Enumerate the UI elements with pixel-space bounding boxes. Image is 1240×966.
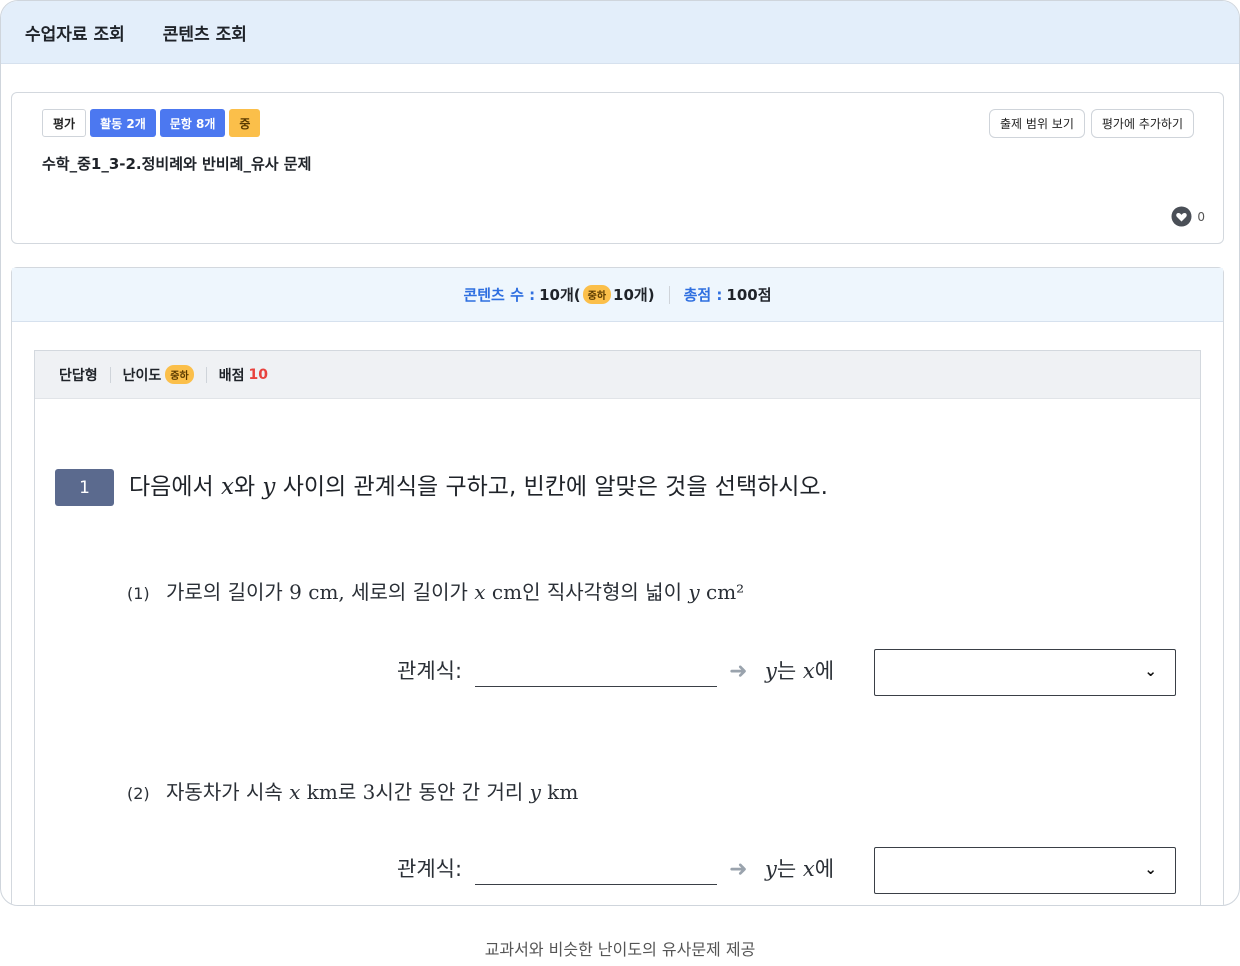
sub-math: y (529, 780, 541, 804)
sub-math: x (474, 580, 486, 604)
tag-group: 평가 활동 2개 문항 8개 중 (42, 109, 261, 137)
tag-items: 문항 8개 (159, 109, 226, 137)
arrow-right-icon: ➜ (729, 659, 748, 684)
tab-class-materials[interactable]: 수업자료 조회 (25, 20, 125, 45)
sub-text: 자동차가 시속 (166, 780, 283, 804)
summary-bar: 콘텐츠 수 : 10개( 중하 10개) 총점 : 100점 (12, 268, 1223, 322)
sub-math: y (688, 580, 700, 604)
sub-text: 로 (337, 780, 357, 804)
contents-label: 콘텐츠 수 : (463, 286, 536, 304)
contents-value: 10개( (539, 286, 581, 304)
question-text-part: 다음에서 (129, 474, 214, 500)
sub-math: 3 (362, 780, 376, 804)
tag-activities: 활동 2개 (90, 109, 156, 137)
relation-input-line[interactable] (475, 686, 717, 687)
hint-var: y (765, 659, 777, 683)
question-text-part: 사이의 관계식을 구하고, 빈칸에 알맞은 것을 선택하시오. (282, 474, 828, 500)
tag-eval: 평가 (42, 109, 87, 137)
app-frame: 수업자료 조회 콘텐츠 조회 평가 활동 2개 문항 8개 중 수학_중1_3-… (0, 0, 1240, 906)
difficulty-badge: 중하 (582, 285, 612, 304)
tab-contents[interactable]: 콘텐츠 조회 (163, 20, 247, 45)
score-label: 총점 : (683, 286, 723, 304)
var-y: y (262, 474, 276, 500)
hint-var: x (802, 857, 815, 881)
sub-math: km (306, 780, 338, 804)
chevron-down-icon: ⌄ (1144, 662, 1157, 680)
hint-text: 에 (814, 857, 835, 881)
like-count: 0 (1197, 209, 1205, 224)
hint-text: 는 (776, 659, 797, 683)
relation-input-line[interactable] (475, 884, 717, 885)
answer-select-2[interactable]: ⌄ (874, 847, 1176, 894)
sub-question-1: (1) 가로의 길이가 9 cm, 세로의 길이가 x cm인 직사각형의 넓이… (127, 576, 744, 605)
question-box: 단답형 난이도 중하 배점 10 1 다음에서 x와 y 사이의 관계식을 구하… (34, 350, 1202, 905)
sub-math: km (547, 780, 579, 804)
sub-number: (2) (127, 784, 150, 803)
sub-text: 인 직사각형의 넓이 (522, 580, 682, 604)
score-value: 100점 (726, 286, 772, 304)
top-nav: 수업자료 조회 콘텐츠 조회 (1, 1, 1239, 64)
sub-math: 9 cm, (289, 580, 345, 604)
summary-divider (668, 285, 670, 304)
contents-value-count: 10개) (613, 286, 655, 304)
sub-math: x (289, 780, 301, 804)
sub-math: cm (491, 580, 523, 604)
tag-level: 중 (229, 109, 261, 137)
caption: 교과서와 비슷한 난이도의 유사문제 제공 (484, 940, 756, 959)
card-actions: 출제 범위 보기 평가에 추가하기 (989, 109, 1194, 138)
add-to-eval-button[interactable]: 평가에 추가하기 (1090, 109, 1194, 138)
sub-text: 가로의 길이가 (166, 580, 283, 604)
chevron-down-icon: ⌄ (1144, 860, 1157, 878)
points-value: 10 (248, 366, 268, 383)
var-x: x (220, 474, 234, 500)
points-label: 배점 (218, 367, 245, 384)
relation-hint: y는 x에 (765, 655, 834, 685)
sub-math: cm² (706, 580, 745, 604)
relation-label: 관계식: (397, 659, 463, 683)
sub-text: 세로의 길이가 (351, 580, 468, 604)
difficulty-label: 난이도 (122, 367, 162, 384)
hint-text: 는 (776, 857, 797, 881)
relation-label: 관계식: (397, 857, 463, 881)
material-card: 평가 활동 2개 문항 8개 중 수학_중1_3-2.정비례와 반비례_유사 문… (11, 92, 1224, 244)
heart-icon (1171, 206, 1192, 227)
arrow-right-icon: ➜ (729, 857, 748, 882)
question-header: 단답형 난이도 중하 배점 10 (35, 351, 1200, 399)
view-range-button[interactable]: 출제 범위 보기 (989, 109, 1085, 138)
material-title: 수학_중1_3-2.정비례와 반비례_유사 문제 (42, 155, 312, 173)
difficulty-badge: 중하 (165, 365, 194, 384)
question-text: 다음에서 x와 y 사이의 관계식을 구하고, 빈칸에 알맞은 것을 선택하시오… (129, 469, 828, 506)
answer-row-2: 관계식: ➜ y는 x에 ⌄ (35, 847, 1202, 895)
hint-text: 에 (814, 659, 835, 683)
sub-text: 시간 동안 간 거리 (375, 780, 524, 804)
hint-var: y (765, 857, 777, 881)
sub-number: (1) (127, 584, 150, 603)
question-text-part: 와 (233, 474, 256, 500)
hint-var: x (802, 659, 815, 683)
sub-question-2: (2) 자동차가 시속 x km로 3시간 동안 간 거리 y km (127, 776, 578, 805)
content-panel: 콘텐츠 수 : 10개( 중하 10개) 총점 : 100점 단답형 난이도 중… (11, 267, 1224, 905)
like-counter[interactable]: 0 (1171, 206, 1205, 227)
answer-select-1[interactable]: ⌄ (874, 649, 1176, 696)
header-divider (109, 366, 111, 383)
question-number: 1 (55, 469, 114, 506)
question-type: 단답형 (59, 367, 98, 384)
answer-row-1: 관계식: ➜ y는 x에 ⌄ (35, 649, 1202, 697)
header-divider (205, 366, 207, 383)
relation-hint: y는 x에 (765, 853, 834, 883)
